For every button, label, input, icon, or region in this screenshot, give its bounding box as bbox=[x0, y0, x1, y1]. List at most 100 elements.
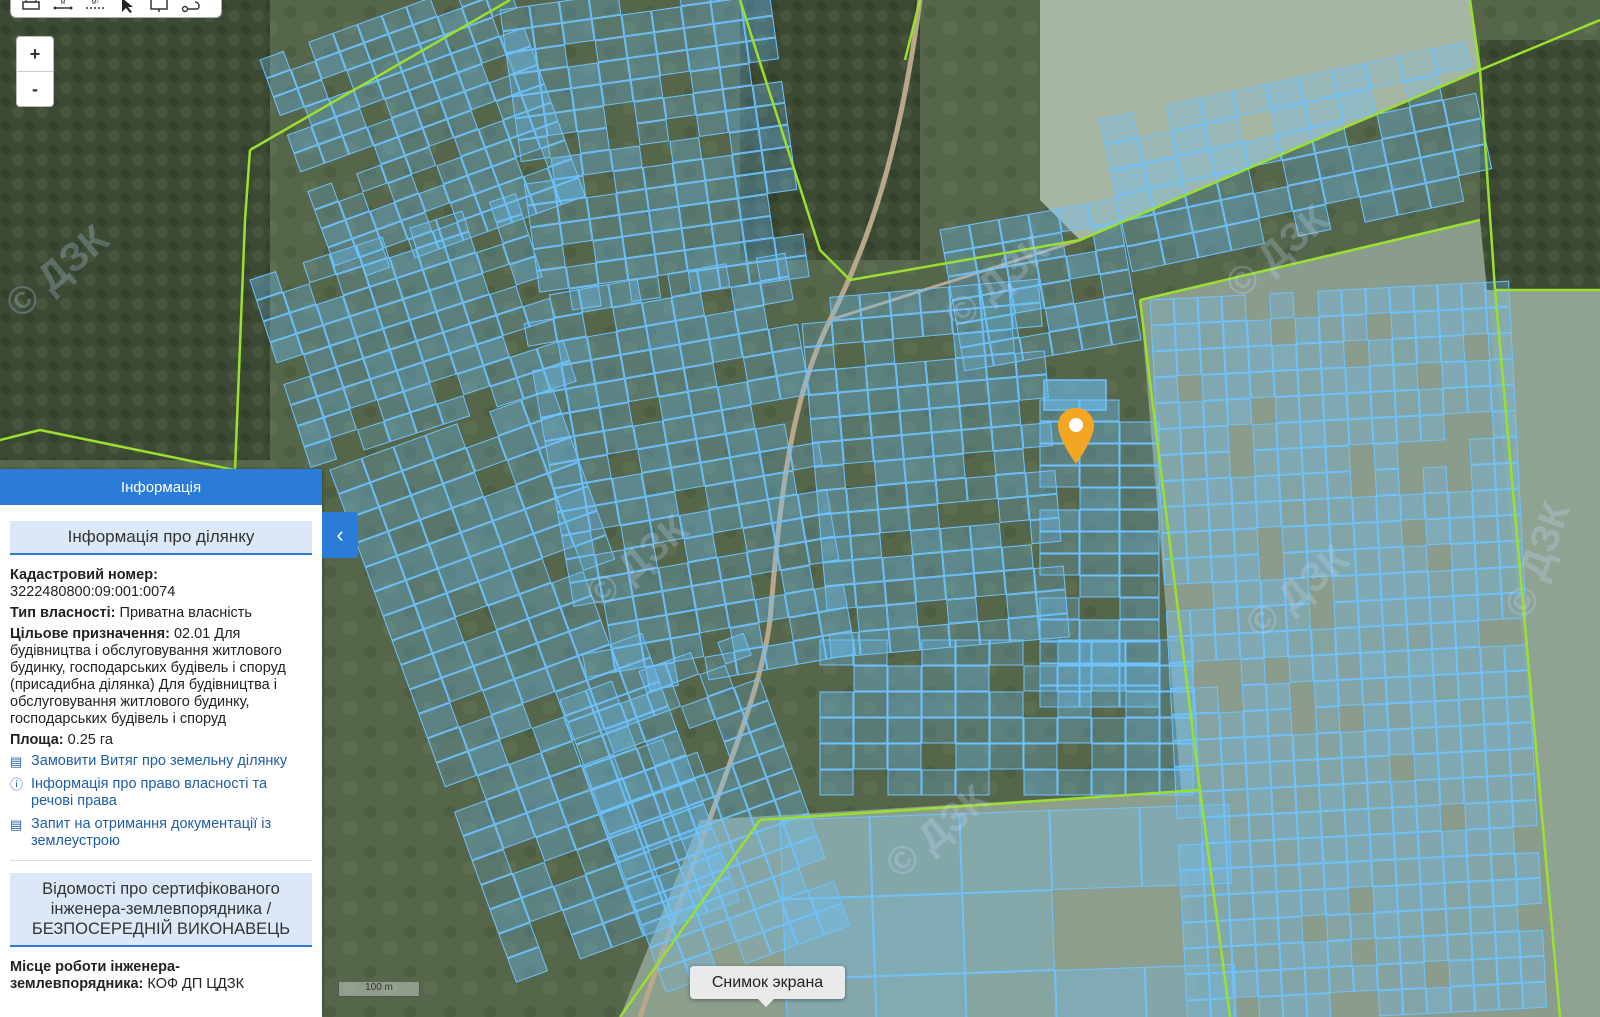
parcel[interactable] bbox=[526, 201, 560, 228]
parcel[interactable] bbox=[1473, 515, 1499, 543]
parcel[interactable] bbox=[1119, 465, 1160, 488]
parcel[interactable] bbox=[1488, 801, 1514, 829]
parcel[interactable] bbox=[955, 691, 990, 718]
parcel[interactable] bbox=[1496, 957, 1522, 985]
parcel[interactable] bbox=[654, 28, 687, 55]
parcel[interactable] bbox=[595, 258, 629, 285]
parcel[interactable] bbox=[1319, 784, 1345, 812]
parcel[interactable] bbox=[1039, 465, 1080, 488]
parcel[interactable] bbox=[1367, 781, 1393, 809]
parcel[interactable] bbox=[1445, 907, 1472, 935]
parcel[interactable] bbox=[557, 336, 592, 366]
parcel[interactable] bbox=[1219, 711, 1245, 739]
parcel[interactable] bbox=[611, 473, 646, 502]
parcel[interactable] bbox=[1485, 280, 1511, 308]
parcel[interactable] bbox=[776, 541, 810, 571]
parcel[interactable] bbox=[1154, 402, 1181, 430]
parcel[interactable] bbox=[1251, 865, 1277, 893]
parcel[interactable] bbox=[679, 339, 714, 369]
parcel[interactable] bbox=[814, 464, 847, 491]
parcel[interactable] bbox=[1448, 959, 1474, 987]
parcel[interactable] bbox=[625, 254, 659, 281]
parcel[interactable] bbox=[592, 236, 626, 263]
parcel[interactable] bbox=[1152, 350, 1178, 378]
parcel[interactable] bbox=[577, 127, 610, 154]
parcel[interactable] bbox=[788, 612, 823, 642]
parcel[interactable] bbox=[819, 769, 854, 796]
parcel[interactable] bbox=[1079, 641, 1120, 664]
parcel[interactable] bbox=[1376, 963, 1402, 991]
ownership-info-link[interactable]: ⓘ Інформація про право власності та речо… bbox=[10, 776, 312, 810]
parcel[interactable] bbox=[1150, 324, 1177, 352]
parcel[interactable] bbox=[1317, 289, 1343, 317]
parcel[interactable] bbox=[616, 188, 649, 215]
parcel[interactable] bbox=[1421, 908, 1448, 937]
parcel[interactable] bbox=[517, 136, 551, 163]
parcel[interactable] bbox=[1476, 567, 1502, 595]
parcel[interactable] bbox=[523, 179, 557, 206]
parcel[interactable] bbox=[993, 448, 1026, 476]
parcel[interactable] bbox=[850, 533, 883, 560]
order-extract-link[interactable]: ▤ Замовити Витяг про земельну ділянку bbox=[10, 753, 312, 770]
parcel[interactable] bbox=[1245, 761, 1272, 790]
parcel[interactable] bbox=[1243, 709, 1269, 738]
parcel[interactable] bbox=[1425, 518, 1451, 546]
parcel[interactable] bbox=[1521, 981, 1548, 1009]
parcel[interactable] bbox=[1212, 581, 1238, 609]
parcel[interactable] bbox=[1357, 599, 1383, 628]
parcel[interactable] bbox=[921, 639, 956, 666]
parcel[interactable] bbox=[1456, 646, 1482, 674]
parcel[interactable] bbox=[1413, 753, 1439, 781]
pointer-icon[interactable] bbox=[111, 0, 143, 17]
parcel[interactable] bbox=[846, 485, 879, 513]
parcel[interactable] bbox=[683, 362, 718, 392]
parcel[interactable] bbox=[1481, 671, 1507, 699]
parcel[interactable] bbox=[651, 6, 684, 33]
parcel[interactable] bbox=[1469, 906, 1496, 934]
parcel[interactable] bbox=[1397, 910, 1424, 938]
parcel[interactable] bbox=[725, 106, 759, 133]
parcel[interactable] bbox=[1471, 489, 1498, 517]
parcel[interactable] bbox=[1393, 363, 1419, 391]
parcel[interactable] bbox=[1508, 722, 1534, 750]
parcel[interactable] bbox=[580, 149, 614, 176]
parcel[interactable] bbox=[514, 114, 548, 141]
parcel[interactable] bbox=[541, 88, 575, 115]
parcel[interactable] bbox=[1452, 568, 1478, 597]
parcel[interactable] bbox=[568, 62, 601, 89]
parcel[interactable] bbox=[1184, 504, 1210, 532]
parcel[interactable] bbox=[581, 648, 616, 678]
parcel[interactable] bbox=[1454, 620, 1481, 648]
panel-body[interactable]: Інформація про ділянку Кадастровий номер… bbox=[0, 505, 322, 993]
parcel[interactable] bbox=[1447, 933, 1473, 961]
parcel[interactable] bbox=[1274, 395, 1301, 424]
parcel[interactable] bbox=[1495, 488, 1522, 516]
parcel[interactable] bbox=[929, 406, 962, 433]
parcel[interactable] bbox=[1209, 529, 1235, 557]
parcel[interactable] bbox=[1240, 658, 1266, 686]
parcel[interactable] bbox=[538, 66, 572, 93]
parcel[interactable] bbox=[1519, 929, 1545, 958]
parcel[interactable] bbox=[859, 291, 892, 319]
parcel[interactable] bbox=[719, 63, 753, 90]
parcel[interactable] bbox=[558, 0, 592, 24]
parcel[interactable] bbox=[565, 262, 599, 289]
parcel[interactable] bbox=[1298, 394, 1325, 422]
parcel[interactable] bbox=[989, 639, 1024, 666]
parcel[interactable] bbox=[1228, 892, 1255, 921]
parcel[interactable] bbox=[1049, 806, 1143, 891]
parcel[interactable] bbox=[1467, 854, 1493, 882]
parcel[interactable] bbox=[1044, 303, 1079, 333]
parcel[interactable] bbox=[875, 482, 908, 510]
parcel[interactable] bbox=[853, 639, 888, 666]
parcel[interactable] bbox=[1215, 633, 1241, 661]
parcel[interactable] bbox=[763, 470, 798, 500]
parcel[interactable] bbox=[1286, 629, 1313, 657]
parcel[interactable] bbox=[1354, 547, 1381, 576]
parcel[interactable] bbox=[600, 80, 634, 106]
parcel[interactable] bbox=[1297, 837, 1324, 865]
parcel[interactable] bbox=[619, 210, 652, 237]
parcel[interactable] bbox=[1294, 316, 1320, 344]
parcel[interactable] bbox=[1269, 291, 1295, 320]
order-extract-text[interactable]: Замовити Витяг про земельну ділянку bbox=[31, 753, 287, 770]
